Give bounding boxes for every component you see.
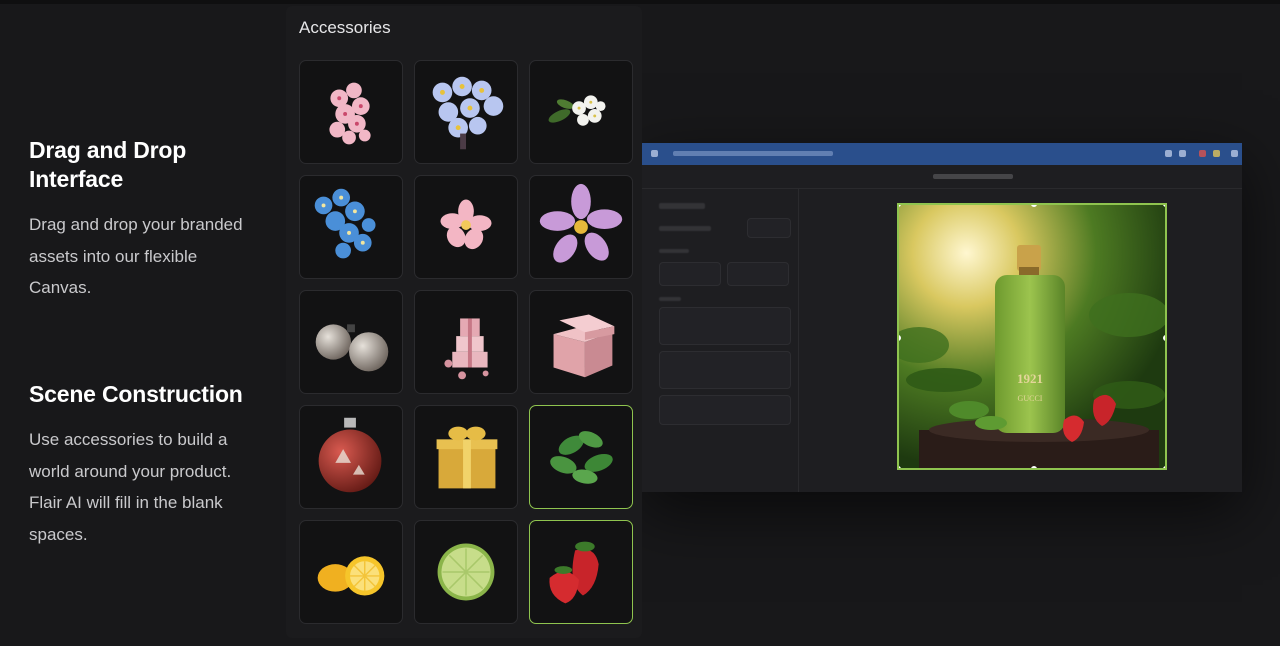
accessory-pink-gift-stack[interactable]: [414, 290, 518, 394]
star-icon: [1179, 150, 1186, 157]
feature-description: Use accessories to build a world around …: [29, 430, 232, 544]
browser-bar: [641, 143, 1242, 165]
breadcrumb: [641, 165, 1242, 189]
feature-title: Scene Construction: [29, 381, 243, 407]
feature-drag-and-drop: Drag and Drop Interface Drag and drop yo…: [29, 136, 249, 304]
accessory-pink-gift-box[interactable]: [529, 290, 633, 394]
panel-title: Accessories: [299, 18, 391, 37]
accessories-panel: Accessories: [286, 6, 642, 638]
feature-scene-construction: Scene Construction Use accessories to bu…: [29, 380, 249, 550]
accessory-mint-leaves[interactable]: [529, 405, 633, 509]
extension-icon: [1213, 150, 1220, 157]
accessory-plumeria-flower[interactable]: [414, 175, 518, 279]
accessory-white-blossoms[interactable]: [529, 60, 633, 164]
editor-sidebar: [641, 189, 799, 492]
accessory-silver-ornaments[interactable]: [299, 290, 403, 394]
feature-title: Drag and Drop Interface: [29, 137, 187, 192]
accessory-blue-flower-cluster[interactable]: [414, 60, 518, 164]
canvas-product-image[interactable]: 1921 GUCCI: [897, 203, 1167, 470]
accessory-pink-cherry-blossoms[interactable]: [299, 60, 403, 164]
accessory-red-ornament[interactable]: [299, 405, 403, 509]
accessory-gold-gift-box[interactable]: [414, 405, 518, 509]
bottle-brand: GUCCI: [1018, 394, 1043, 403]
bottle-label: 1921: [1017, 371, 1043, 386]
perfume-scene: 1921 GUCCI: [899, 205, 1165, 468]
address-bar: [673, 151, 833, 156]
accessory-strawberries[interactable]: [529, 520, 633, 624]
accessory-blue-forget-me-nots[interactable]: [299, 175, 403, 279]
extension-icon: [1199, 150, 1206, 157]
refresh-icon: [1165, 150, 1172, 157]
puzzle-icon: [1231, 150, 1238, 157]
browser-logo-icon: [651, 150, 658, 157]
top-divider: [0, 0, 1280, 4]
feature-description: Drag and drop your branded assets into o…: [29, 215, 243, 297]
editor-screenshot: 1921 GUCCI: [641, 143, 1242, 492]
accessory-lemon-slices[interactable]: [299, 520, 403, 624]
accessory-lime-slice[interactable]: [414, 520, 518, 624]
accessory-purple-cosmos-flower[interactable]: [529, 175, 633, 279]
